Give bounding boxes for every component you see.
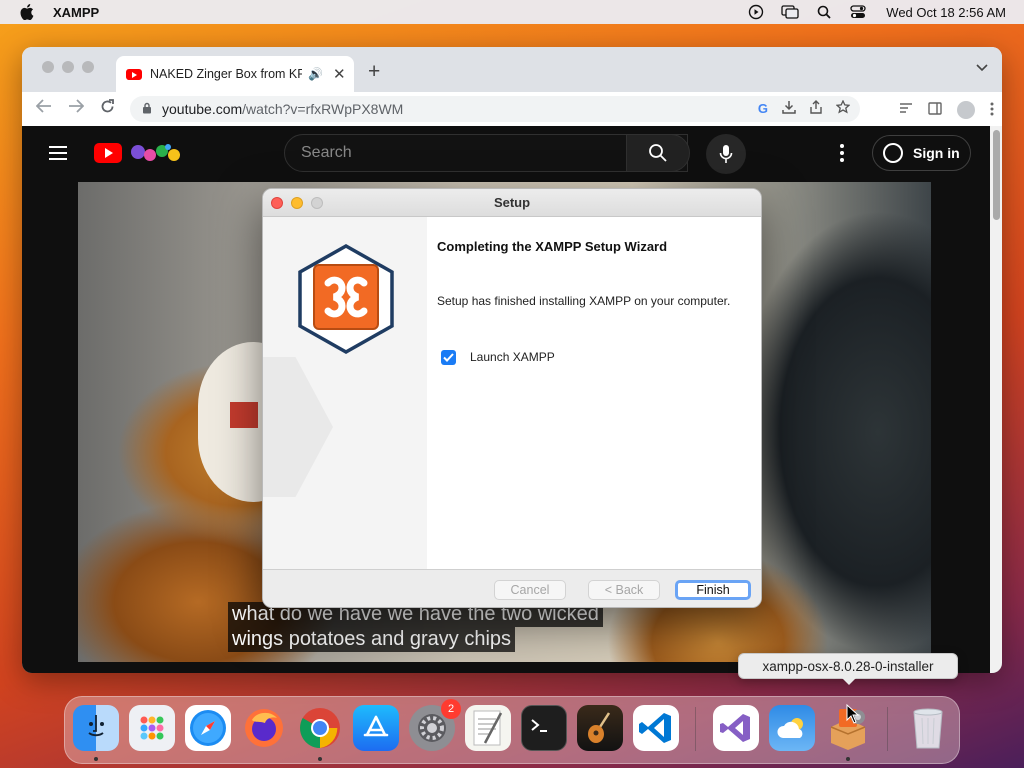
setup-dialog: Setup Completing the XAMPP Setup Wizard … [262,188,762,608]
dock: 2 [64,696,960,764]
running-indicator [846,757,850,761]
user-circle-icon [883,143,903,163]
finder-icon[interactable] [73,705,119,751]
finish-button[interactable]: Finish [675,580,751,600]
launch-xampp-label[interactable]: Launch XAMPP [470,350,555,364]
new-tab-button[interactable]: + [368,60,380,84]
back-arrow-icon[interactable] [35,99,52,118]
control-center-icon[interactable] [848,2,868,22]
apple-menu-icon[interactable] [18,3,36,21]
youtube-favicon-icon [126,68,142,80]
hexagon-decoration [263,357,333,497]
minimize-window-button[interactable] [62,61,74,73]
dialog-body-text: Setup has finished installing XAMPP on y… [437,294,731,308]
dialog-footer: Cancel < Back Finish [263,569,761,607]
launchpad-icon[interactable] [129,705,175,751]
textedit-icon[interactable] [465,705,511,751]
tab-search-chevron-icon[interactable] [976,61,988,75]
tab-strip: NAKED Zinger Box from KFC 🔊 ✕ + [22,47,1002,92]
zoom-window-button[interactable] [82,61,94,73]
dock-separator [695,707,696,751]
youtube-logo-icon[interactable] [94,143,122,163]
dialog-sidebar [263,217,427,569]
dialog-minimize-button[interactable] [291,197,303,209]
chrome-menu-icon[interactable] [990,102,994,119]
window-controls [42,61,94,73]
dock-separator [887,707,888,751]
lock-icon[interactable] [142,102,152,117]
youtube-header: Search Sign in [22,126,990,182]
screen-mirroring-icon[interactable] [780,2,800,22]
sign-in-label: Sign in [913,145,960,161]
tab-youtube-video[interactable]: NAKED Zinger Box from KFC 🔊 ✕ [116,56,354,92]
tab-title: NAKED Zinger Box from KFC [150,67,302,81]
hamburger-menu-icon[interactable] [49,146,67,160]
xampp-logo-icon [298,243,394,355]
dialog-zoom-button [311,197,323,209]
cancel-button[interactable]: Cancel [494,580,566,600]
launch-xampp-checkbox[interactable] [441,350,456,365]
trash-icon[interactable] [905,705,951,751]
guitar-icon[interactable] [577,705,623,751]
notification-badge: 2 [441,699,461,719]
play-circle-icon[interactable] [746,2,766,22]
app-store-icon[interactable] [353,705,399,751]
install-download-icon[interactable] [782,100,796,117]
address-bar[interactable]: youtube.com /watch?v=rfxRWpPX8WM G [130,96,860,122]
bookmark-star-icon[interactable] [835,99,851,117]
menu-clock[interactable]: Wed Oct 18 2:56 AM [886,5,1006,20]
url-path: /watch?v=rfxRWpPX8WM [242,101,404,117]
share-icon[interactable] [810,100,822,117]
back-button[interactable]: < Back [588,580,660,600]
dock-tooltip: xampp-osx-8.0.28-0-installer [738,653,958,685]
page-scrollbar[interactable] [990,126,1002,673]
gear-icon[interactable]: 2 [409,699,461,751]
search-icon[interactable] [814,2,834,22]
search-button[interactable] [626,134,690,172]
voice-search-mic-icon[interactable] [706,134,746,174]
running-indicator [94,757,98,761]
youtube-doodle-icon[interactable] [128,142,188,164]
tab-close-icon[interactable]: ✕ [333,65,346,83]
mouse-cursor-icon [846,704,860,724]
dialog-heading: Completing the XAMPP Setup Wizard [437,239,668,254]
safari-icon[interactable] [185,705,231,751]
app-name-menu[interactable]: XAMPP [53,5,99,20]
firefox-icon[interactable] [241,705,287,751]
reload-icon[interactable] [100,99,115,119]
browser-toolbar: youtube.com /watch?v=rfxRWpPX8WM G [22,92,1002,126]
running-indicator [318,757,322,761]
reading-list-icon[interactable] [899,102,913,118]
weather-icon[interactable] [769,705,815,751]
chrome-icon[interactable] [297,705,343,751]
side-panel-icon[interactable] [928,102,942,118]
terminal-icon[interactable] [521,705,567,751]
sign-in-button[interactable]: Sign in [872,135,971,171]
menu-bar: XAMPP Wed Oct 18 2:56 AM [0,0,1024,24]
close-window-button[interactable] [42,61,54,73]
caption-line-2: wings potatoes and gravy chips [228,627,516,652]
settings-kebab-icon[interactable] [840,144,844,162]
url-host: youtube.com [162,101,243,117]
dialog-close-button[interactable] [271,197,283,209]
google-lens-icon[interactable]: G [758,101,768,116]
forward-arrow-icon[interactable] [68,99,85,118]
vscode-icon[interactable] [633,705,679,751]
checkmark-icon [443,353,454,362]
dialog-titlebar: Setup [263,189,761,217]
speaker-icon[interactable]: 🔊 [308,67,323,81]
dialog-title: Setup [493,195,531,210]
profile-avatar-icon[interactable] [957,101,975,119]
visual-studio-icon[interactable] [713,705,759,751]
video-captions: what do we have we have the two wicked w… [228,602,603,652]
